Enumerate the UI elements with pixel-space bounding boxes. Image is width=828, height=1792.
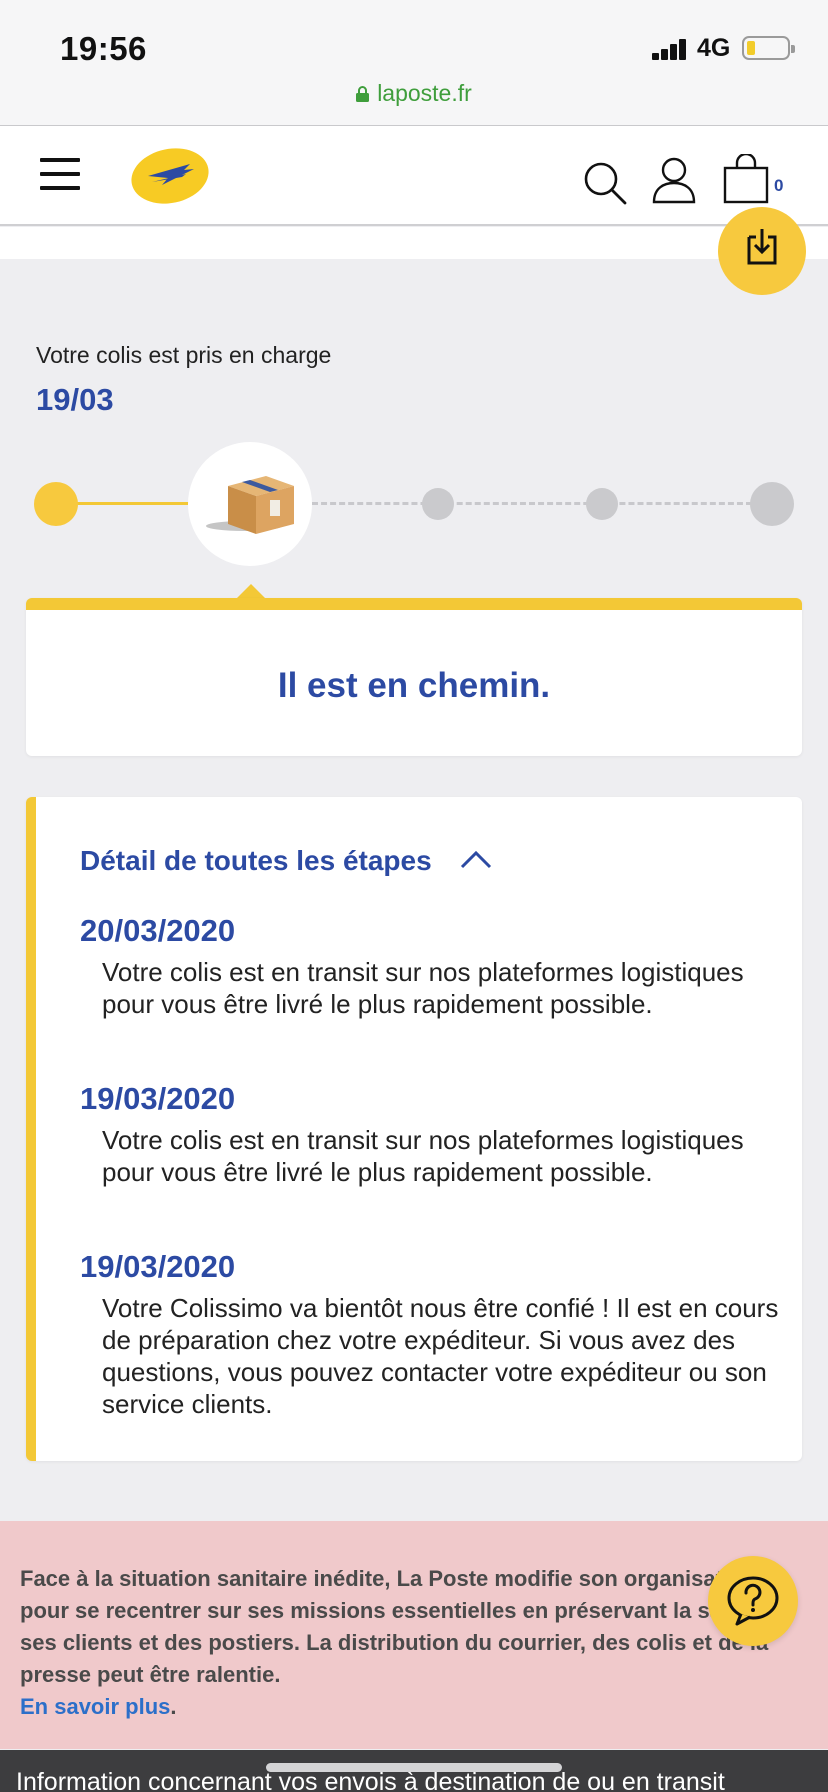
tracking-details-card: Détail de toutes les étapes 20/03/2020 V… (26, 797, 802, 1461)
timeline-step-final (750, 482, 794, 526)
account-icon[interactable] (652, 156, 696, 204)
timeline-step-pending (422, 488, 454, 520)
event-date: 19/03/2020 (80, 1249, 236, 1284)
event-description: Votre Colissimo va bientôt nous être con… (102, 1293, 779, 1419)
timeline-step-done (34, 482, 78, 526)
help-button[interactable] (708, 1556, 798, 1646)
la-poste-logo[interactable] (130, 146, 210, 204)
status-bar: 19:56 4G laposte.fr (0, 0, 828, 126)
event-date: 19/03/2020 (80, 1081, 236, 1116)
package-icon (206, 476, 294, 534)
notice-text: Face à la situation sanitaire inédite, L… (20, 1566, 787, 1687)
timeline-pending-line (312, 502, 752, 505)
chat-help-icon (727, 1576, 779, 1626)
address-bar[interactable]: laposte.fr (0, 80, 828, 107)
search-icon[interactable] (582, 160, 628, 206)
status-card: Il est en chemin. (26, 598, 802, 756)
home-indicator[interactable] (266, 1763, 562, 1772)
tracking-date: 19/03 (36, 382, 114, 417)
notice-link-suffix: . (170, 1694, 177, 1719)
signal-icon (652, 38, 688, 60)
lock-icon (356, 81, 370, 102)
notice-text-block: Face à la situation sanitaire inédite, L… (20, 1563, 810, 1723)
timeline-step-pending (586, 488, 618, 520)
url-text[interactable]: laposte.fr (377, 80, 472, 106)
download-button[interactable] (718, 207, 806, 295)
details-toggle-label[interactable]: Détail de toutes les étapes (80, 845, 432, 877)
battery-icon (742, 36, 795, 60)
status-message: Il est en chemin. (277, 666, 551, 705)
timeline-step-current (188, 442, 312, 566)
event-date: 20/03/2020 (80, 913, 236, 948)
site-header: 0 (0, 126, 828, 226)
status-time: 19:56 (60, 30, 147, 67)
event-description: Votre colis est en transit sur nos plate… (102, 957, 744, 1019)
health-notice-banner: Face à la situation sanitaire inédite, L… (0, 1521, 828, 1749)
learn-more-link[interactable]: En savoir plus (20, 1694, 170, 1719)
network-label: 4G (697, 34, 731, 62)
download-icon (747, 229, 777, 265)
cart-icon[interactable] (723, 152, 769, 204)
chevron-up-icon[interactable] (459, 848, 493, 870)
header-strip (0, 227, 828, 259)
tracking-status-line: Votre colis est pris en charge (36, 342, 332, 368)
menu-icon[interactable] (40, 156, 80, 192)
cart-count: 0 (774, 176, 784, 195)
event-description: Votre colis est en transit sur nos plate… (102, 1125, 744, 1187)
